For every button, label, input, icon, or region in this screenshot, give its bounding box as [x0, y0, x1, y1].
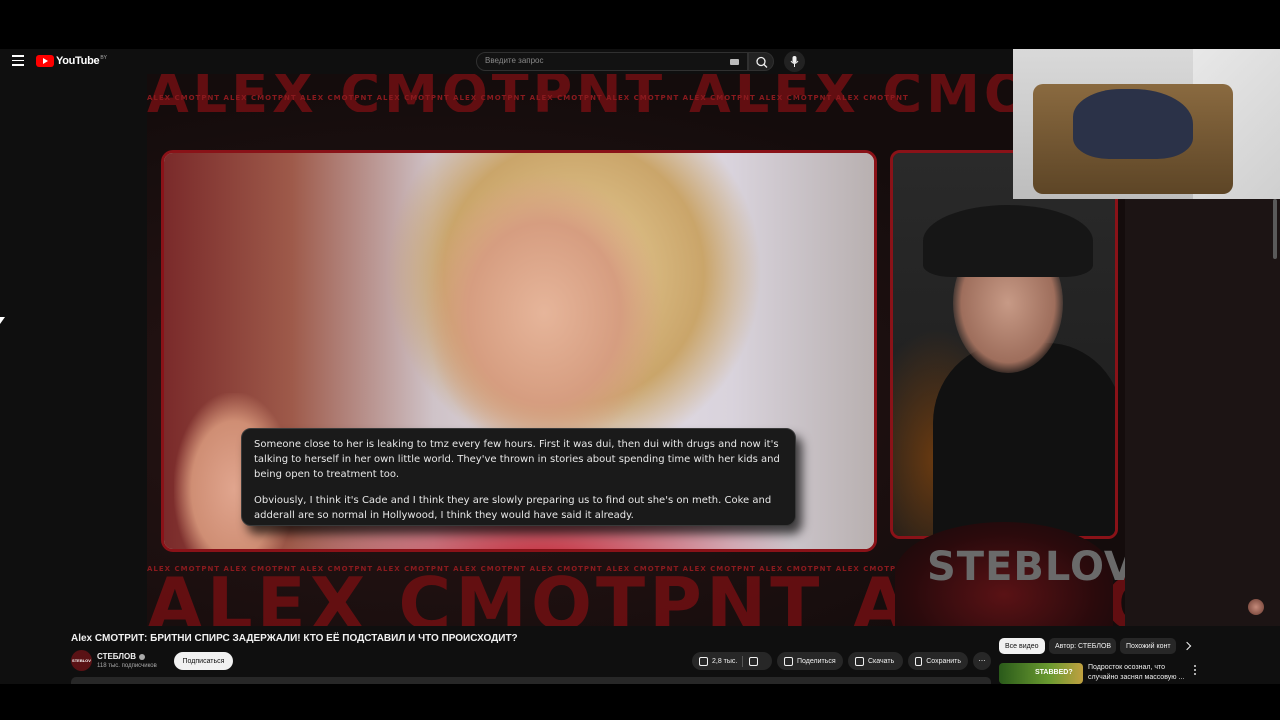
- caption-paragraph-2: Obviously, I think it's Cade and I think…: [254, 495, 772, 521]
- page-scrollbar[interactable]: [1273, 199, 1277, 259]
- search-box: [476, 52, 748, 71]
- letterbox-top: [0, 0, 1280, 49]
- save-icon: [915, 656, 923, 666]
- recommendation-more-icon[interactable]: [1194, 665, 1197, 675]
- save-label: Сохранить: [926, 657, 961, 665]
- more-dots-icon: ⋯: [978, 658, 986, 665]
- channel-name-row[interactable]: СТЕБЛОВ: [97, 652, 145, 661]
- download-icon: [855, 656, 864, 666]
- description-box[interactable]: [71, 677, 991, 684]
- chevron-right-icon[interactable]: [1182, 641, 1192, 651]
- video-band-top: ALEX CMOTPNT ALEX CMOTPNT: [147, 74, 1125, 112]
- share-icon: [784, 656, 793, 666]
- main-video-frame: Someone close to her is leaking to tmz e…: [161, 150, 877, 552]
- channel-avatar[interactable]: STEBLOV: [71, 650, 92, 671]
- dislike-icon[interactable]: [749, 656, 759, 666]
- caption-paragraph-1: Someone close to her is leaking to tmz e…: [254, 439, 780, 480]
- recommended-video-thumbnail[interactable]: STABBED?: [999, 663, 1083, 684]
- youtube-watch-page: YouTube BY ALEX CMOTPNT ALEX CMOTPNT ALE…: [0, 49, 1280, 684]
- overlay-room-camera: [1013, 49, 1280, 199]
- subscribe-button[interactable]: Подписаться: [174, 652, 233, 670]
- mini-avatar[interactable]: [1248, 599, 1264, 615]
- mouse-cursor-icon: [0, 317, 5, 324]
- keyboard-icon[interactable]: [730, 59, 739, 65]
- voice-search-button[interactable]: [784, 51, 805, 72]
- search-button[interactable]: [748, 52, 774, 71]
- search-input[interactable]: [485, 56, 715, 65]
- video-band-top-small: ALEX CMOTPNT ALEX CMOTPNT ALEX CMOTPNT A…: [147, 94, 909, 102]
- youtube-logo[interactable]: YouTube BY: [36, 54, 107, 68]
- logo-region: BY: [100, 55, 107, 61]
- share-label: Поделиться: [797, 657, 836, 665]
- share-button[interactable]: Поделиться: [777, 652, 843, 670]
- subscriber-count: 118 тыс. подписчиков: [97, 663, 157, 669]
- like-icon[interactable]: [699, 656, 708, 666]
- download-button[interactable]: Скачать: [848, 652, 903, 670]
- streamer-cap: [923, 205, 1093, 277]
- channel-name[interactable]: СТЕБЛОВ: [97, 652, 136, 661]
- like-divider: [742, 655, 744, 667]
- play-logo-icon: [36, 55, 54, 67]
- person-under-blanket: [1073, 89, 1193, 159]
- download-label: Скачать: [868, 657, 895, 665]
- save-button[interactable]: Сохранить: [908, 652, 968, 670]
- chip-similar[interactable]: Похожий конт: [1120, 638, 1176, 654]
- video-player[interactable]: ALEX CMOTPNT ALEX CMOTPNT ALEX CMOTPNT A…: [147, 74, 1125, 626]
- microphone-icon: [790, 56, 799, 67]
- search-icon: [756, 56, 768, 68]
- more-actions-button[interactable]: ⋯: [973, 652, 991, 670]
- video-title: Alex СМОТРИТ: БРИТНИ СПИРС ЗАДЕРЖАЛИ! КТ…: [71, 633, 518, 644]
- chip-all-videos[interactable]: Все видео: [999, 638, 1045, 654]
- chip-author[interactable]: Автор: СТЕБЛОВ: [1049, 638, 1116, 654]
- steblov-watermark: STEBLOV: [927, 544, 1125, 590]
- reddit-comment-caption: Someone close to her is leaking to tmz e…: [241, 428, 796, 526]
- streamer-shirt: [933, 343, 1115, 536]
- logo-text: YouTube: [56, 55, 100, 67]
- letterbox-bottom: [0, 684, 1280, 720]
- streamer-webcam: [890, 150, 1118, 539]
- like-dislike-pill: 2,8 тыс.: [692, 652, 772, 670]
- thumbnail-text: STABBED?: [1035, 669, 1073, 676]
- menu-icon[interactable]: [12, 55, 24, 67]
- verified-icon: [138, 653, 145, 660]
- like-count[interactable]: 2,8 тыс.: [712, 658, 737, 665]
- recommended-video-title[interactable]: Подросток осознал, что случайно заснял м…: [1088, 663, 1188, 683]
